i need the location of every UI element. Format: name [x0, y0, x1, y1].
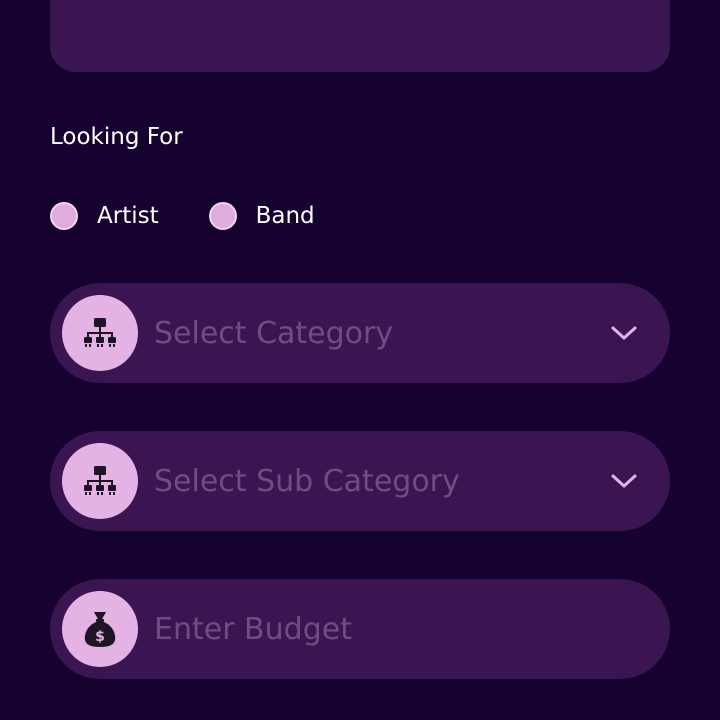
sitemap-icon: [62, 443, 138, 519]
chevron-down-icon[interactable]: [604, 313, 644, 353]
looking-for-label: Looking For: [50, 124, 183, 150]
category-placeholder: Select Category: [154, 315, 394, 351]
artist-radio-button[interactable]: [50, 202, 78, 230]
band-radio-button[interactable]: [208, 202, 237, 230]
radio-option-artist[interactable]: Artist: [50, 202, 159, 230]
sub-category-placeholder: Select Sub Category: [154, 463, 460, 499]
budget-input[interactable]: [154, 611, 670, 647]
looking-for-radio-group: Artist Band: [50, 202, 365, 230]
band-radio-label[interactable]: Band: [256, 203, 315, 229]
sitemap-icon: [62, 295, 138, 371]
previous-field-card[interactable]: [50, 0, 670, 72]
category-select[interactable]: Select Category: [50, 283, 670, 383]
svg-text:$: $: [95, 629, 105, 645]
chevron-down-icon[interactable]: [604, 461, 644, 501]
money-bag-icon: $: [62, 591, 138, 667]
sub-category-select[interactable]: Select Sub Category: [50, 431, 670, 531]
budget-field[interactable]: $: [50, 579, 670, 679]
booking-form: Looking For Artist Band Select Category …: [0, 0, 720, 720]
radio-option-band[interactable]: Band: [208, 202, 315, 230]
artist-radio-label[interactable]: Artist: [97, 203, 159, 229]
